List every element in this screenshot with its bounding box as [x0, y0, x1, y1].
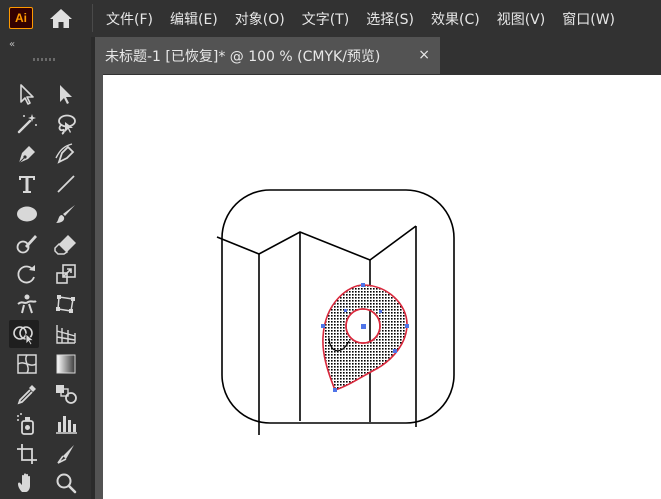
- close-icon[interactable]: ×: [418, 47, 430, 63]
- artwork[interactable]: [103, 75, 661, 499]
- anchor-point[interactable]: [361, 324, 366, 329]
- column-graph-tool[interactable]: [51, 410, 81, 438]
- zoom-tool[interactable]: [51, 469, 81, 497]
- brush-icon: [56, 205, 75, 223]
- anchor-point[interactable]: [393, 349, 397, 353]
- ellipse-icon: [17, 206, 37, 222]
- slice-icon: [57, 445, 74, 464]
- scale-tool[interactable]: [51, 260, 81, 288]
- type-icon: [19, 176, 35, 193]
- menu-bar: Ai 文件(F) 编辑(E) 对象(O) 文字(T) 选择(S) 效果(C) 视…: [0, 0, 661, 37]
- map-outline-path[interactable]: [216, 225, 417, 261]
- symbol-sprayer-icon: [17, 413, 34, 435]
- collapse-panel-button[interactable]: «: [9, 40, 15, 50]
- eyedropper-tool[interactable]: [12, 380, 42, 408]
- perspective-icon: [56, 325, 76, 344]
- anchor-point[interactable]: [321, 324, 325, 328]
- curvature-tool[interactable]: [51, 140, 81, 168]
- anchor-point[interactable]: [344, 309, 347, 312]
- lasso-tool[interactable]: [51, 110, 81, 138]
- shaper-tool[interactable]: [12, 230, 42, 258]
- anchor-point[interactable]: [405, 324, 409, 328]
- app-logo: Ai: [9, 7, 33, 29]
- gradient-icon: [56, 354, 76, 374]
- menu-object[interactable]: 对象(O): [235, 9, 285, 29]
- document-tab-title: 未标题-1 [已恢复]* @ 100 % (CMYK/预览): [105, 48, 381, 65]
- home-icon[interactable]: [48, 6, 74, 30]
- eyedropper-icon: [17, 385, 36, 405]
- perspective-grid-tool[interactable]: [51, 320, 81, 348]
- paintbrush-tool[interactable]: [51, 200, 81, 228]
- panel-grip[interactable]: [33, 58, 57, 61]
- menu-edit[interactable]: 编辑(E): [170, 9, 218, 29]
- blend-icon: [56, 385, 77, 404]
- menu-view[interactable]: 视图(V): [497, 9, 546, 29]
- document-tab-bar: 未标题-1 [已恢复]* @ 100 % (CMYK/预览) ×: [95, 37, 661, 74]
- scale-icon: [56, 264, 76, 284]
- symbol-sprayer-tool[interactable]: [12, 410, 42, 438]
- arrow-outline-icon: [20, 84, 34, 105]
- location-pin[interactable]: [322, 284, 408, 391]
- rotate-tool[interactable]: [12, 260, 42, 288]
- curvature-icon: [55, 143, 75, 164]
- menu-effect[interactable]: 效果(C): [431, 9, 480, 29]
- menu-separator: [92, 4, 93, 32]
- magic-wand-icon: [17, 114, 37, 134]
- anchor-point[interactable]: [333, 388, 337, 392]
- arrow-filled-icon: [60, 85, 72, 104]
- lasso-icon: [58, 114, 76, 135]
- eraser-icon: [54, 235, 76, 255]
- eraser-tool[interactable]: [51, 230, 81, 258]
- pen-icon: [18, 146, 35, 164]
- column-graph-icon: [56, 416, 77, 434]
- rotate-icon: [17, 265, 35, 284]
- shaper-icon: [16, 235, 37, 254]
- line-icon: [57, 175, 75, 193]
- anchor-point[interactable]: [379, 310, 382, 313]
- ellipse-tool[interactable]: [12, 200, 42, 228]
- type-tool[interactable]: [12, 170, 42, 198]
- zoom-icon: [56, 473, 77, 494]
- selection-tool[interactable]: [12, 80, 42, 108]
- blend-tool[interactable]: [51, 380, 81, 408]
- slice-tool[interactable]: [51, 440, 81, 468]
- free-transform-icon: [56, 295, 75, 313]
- document-tab[interactable]: 未标题-1 [已恢复]* @ 100 % (CMYK/预览) ×: [95, 37, 440, 74]
- free-transform-tool[interactable]: [51, 290, 81, 318]
- hand-icon: [18, 473, 30, 492]
- menu-window[interactable]: 窗口(W): [562, 9, 615, 29]
- anchor-point[interactable]: [361, 283, 365, 287]
- shape-builder-icon: [13, 326, 35, 346]
- menu-type[interactable]: 文字(T): [302, 9, 349, 29]
- puppet-warp-tool[interactable]: [12, 290, 42, 318]
- hand-tool[interactable]: [12, 469, 42, 497]
- menu-select[interactable]: 选择(S): [366, 9, 414, 29]
- puppet-icon: [17, 294, 37, 314]
- line-segment-tool[interactable]: [51, 170, 81, 198]
- gradient-tool[interactable]: [51, 350, 81, 378]
- magic-wand-tool[interactable]: [12, 110, 42, 138]
- shape-builder-tool[interactable]: [9, 320, 39, 348]
- menu-file[interactable]: 文件(F): [106, 9, 153, 29]
- artboard-tool[interactable]: [12, 440, 42, 468]
- pen-tool[interactable]: [12, 140, 42, 168]
- direct-selection-tool[interactable]: [51, 80, 81, 108]
- artboard-icon: [17, 444, 37, 464]
- main-menu: 文件(F) 编辑(E) 对象(O) 文字(T) 选择(S) 效果(C) 视图(V…: [106, 0, 632, 37]
- mesh-tool[interactable]: [12, 350, 42, 378]
- canvas-gutter: [95, 74, 103, 499]
- mesh-icon: [17, 354, 37, 374]
